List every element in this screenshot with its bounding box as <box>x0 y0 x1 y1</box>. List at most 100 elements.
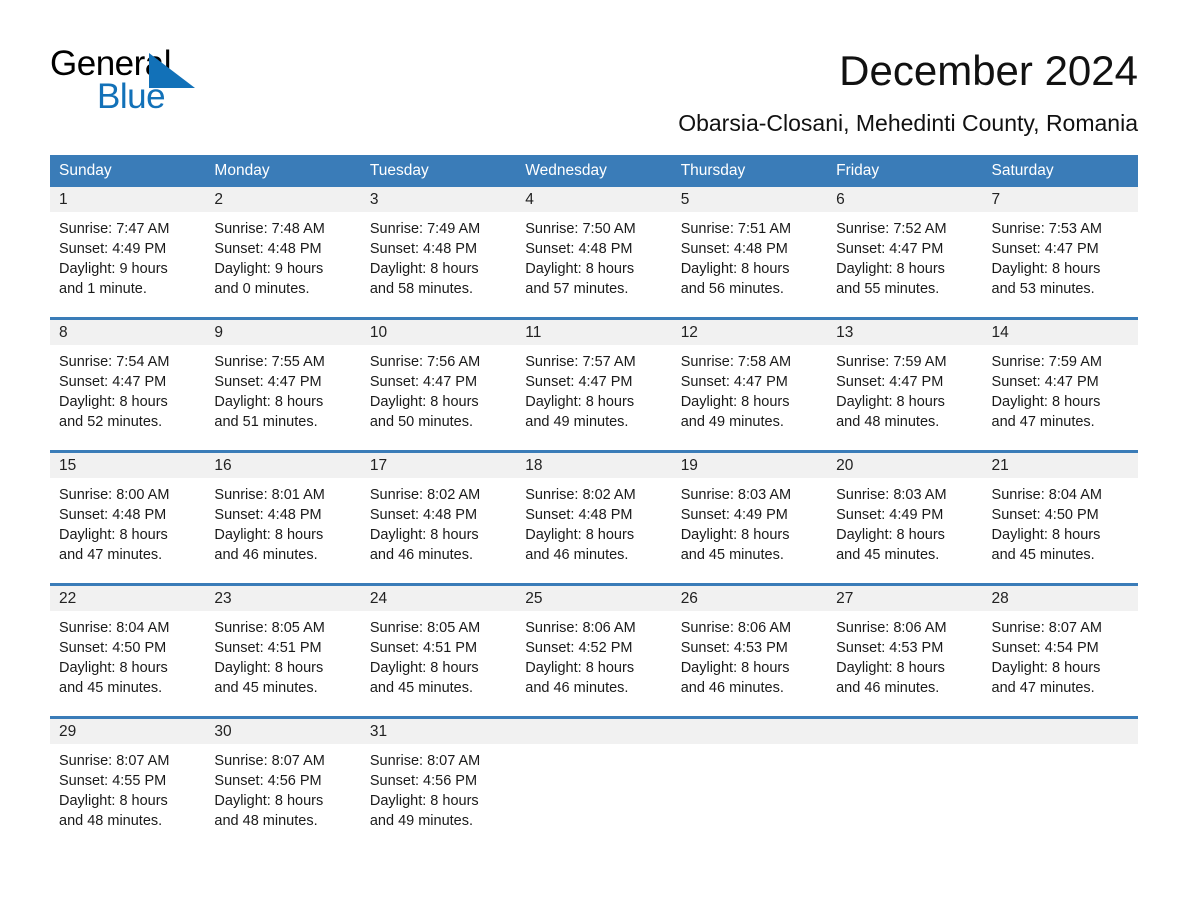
day-details: Sunrise: 8:07 AM Sunset: 4:54 PM Daylight:… <box>983 611 1138 705</box>
calendar-day-cell[interactable]: 7 Sunrise: 7:53 AM Sunset: 4:47 PM Daylight… <box>982 187 1138 306</box>
day-number: 3 <box>369 191 379 208</box>
daylight-text-line2: and 46 minutes. <box>525 547 629 563</box>
day-details: Sunrise: 8:02 AM Sunset: 4:48 PM Daylight:… <box>516 478 671 572</box>
day-details: Sunrise: 7:49 AM Sunset: 4:48 PM Daylight:… <box>361 212 516 306</box>
daylight-text-line2: and 53 minutes. <box>991 281 1095 297</box>
day-details: Sunrise: 8:00 AM Sunset: 4:48 PM Daylight:… <box>50 478 205 572</box>
sunset-text: Sunset: 4:47 PM <box>836 241 944 257</box>
calendar-day-cell[interactable]: 12 Sunrise: 7:58 AM Sunset: 4:47 PM Dayligh… <box>671 320 828 439</box>
day-number-band: 8 <box>50 320 206 345</box>
daylight-text-line2: and 58 minutes. <box>369 281 474 297</box>
daylight-text-line2: and 46 minutes. <box>836 680 940 696</box>
calendar-day-cell[interactable]: 31 Sunrise: 8:07 AM Sunset: 4:56 PM Dayligh… <box>360 719 517 838</box>
calendar-day-cell[interactable]: 4 Sunrise: 7:50 AM Sunset: 4:48 PM Daylight… <box>516 187 672 306</box>
sunset-text: Sunset: 4:47 PM <box>369 374 478 390</box>
calendar-day-cell[interactable]: 13 Sunrise: 7:59 AM Sunset: 4:47 PM Dayligh… <box>827 320 983 439</box>
sunrise-text: Sunrise: 8:06 AM <box>525 620 636 636</box>
sunset-text: Sunset: 4:53 PM <box>680 640 788 656</box>
sunset-text: Sunset: 4:47 PM <box>991 374 1099 390</box>
calendar-day-cell[interactable]: 26 Sunrise: 8:06 AM Sunset: 4:53 PM Dayligh… <box>671 586 828 705</box>
sunrise-text: Sunrise: 8:07 AM <box>991 620 1102 636</box>
sunrise-text: Sunrise: 8:06 AM <box>836 620 947 636</box>
daylight-text-line1: Daylight: 8 hours <box>680 527 790 543</box>
day-details: Sunrise: 7:57 AM Sunset: 4:47 PM Daylight:… <box>516 345 671 439</box>
day-number-band <box>516 719 672 744</box>
calendar-day-cell[interactable]: 6 Sunrise: 7:52 AM Sunset: 4:47 PM Daylight… <box>827 187 983 306</box>
calendar-day-cell-empty <box>671 719 828 838</box>
calendar-day-cell[interactable]: 1 Sunrise: 7:47 AM Sunset: 4:49 PM Daylight… <box>50 187 206 306</box>
sunset-text: Sunset: 4:48 PM <box>525 241 633 257</box>
weekday-header-row: Sunday Monday Tuesday Wednesday Thursday… <box>50 155 1138 187</box>
calendar-day-cell-empty <box>982 719 1138 838</box>
day-details: Sunrise: 8:06 AM Sunset: 4:53 PM Daylight:… <box>672 611 827 705</box>
sunrise-text: Sunrise: 8:07 AM <box>59 753 170 769</box>
sunrise-text: Sunrise: 8:04 AM <box>991 487 1102 503</box>
daylight-text-line1: Daylight: 8 hours <box>369 660 479 676</box>
day-number-band <box>827 719 983 744</box>
sunrise-text: Sunrise: 7:53 AM <box>991 221 1102 237</box>
day-details: Sunrise: 8:02 AM Sunset: 4:48 PM Daylight:… <box>361 478 516 572</box>
calendar-day-cell[interactable]: 18 Sunrise: 8:02 AM Sunset: 4:48 PM Dayligh… <box>516 453 672 572</box>
calendar-day-cell[interactable]: 19 Sunrise: 8:03 AM Sunset: 4:49 PM Dayligh… <box>671 453 828 572</box>
calendar-day-cell[interactable]: 23 Sunrise: 8:05 AM Sunset: 4:51 PM Dayligh… <box>205 586 361 705</box>
day-number-band: 27 <box>827 586 983 611</box>
calendar-day-cell[interactable]: 25 Sunrise: 8:06 AM Sunset: 4:52 PM Dayligh… <box>516 586 672 705</box>
daylight-text-line2: and 47 minutes. <box>59 547 163 563</box>
day-details: Sunrise: 7:52 AM Sunset: 4:47 PM Daylight:… <box>827 212 982 306</box>
calendar-day-cell[interactable]: 24 Sunrise: 8:05 AM Sunset: 4:51 PM Dayligh… <box>360 586 517 705</box>
day-number-band: 13 <box>827 320 983 345</box>
daylight-text-line1: Daylight: 8 hours <box>680 660 790 676</box>
calendar-day-cell[interactable]: 9 Sunrise: 7:55 AM Sunset: 4:47 PM Daylight… <box>205 320 361 439</box>
calendar-day-cell[interactable]: 21 Sunrise: 8:04 AM Sunset: 4:50 PM Dayligh… <box>982 453 1138 572</box>
daylight-text-line1: Daylight: 9 hours <box>214 261 324 277</box>
calendar-day-cell[interactable]: 2 Sunrise: 7:48 AM Sunset: 4:48 PM Daylight… <box>205 187 361 306</box>
daylight-text-line1: Daylight: 8 hours <box>525 394 635 410</box>
day-details: Sunrise: 7:58 AM Sunset: 4:47 PM Daylight:… <box>672 345 827 439</box>
calendar-day-cell[interactable]: 17 Sunrise: 8:02 AM Sunset: 4:48 PM Dayligh… <box>360 453 517 572</box>
daylight-text-line2: and 0 minutes. <box>214 281 310 297</box>
calendar-day-cell[interactable]: 30 Sunrise: 8:07 AM Sunset: 4:56 PM Dayligh… <box>205 719 361 838</box>
day-number: 29 <box>59 723 77 740</box>
day-number: 18 <box>525 457 543 474</box>
calendar-day-cell[interactable]: 28 Sunrise: 8:07 AM Sunset: 4:54 PM Dayligh… <box>982 586 1138 705</box>
sunset-text: Sunset: 4:53 PM <box>836 640 944 656</box>
calendar-day-cell[interactable]: 3 Sunrise: 7:49 AM Sunset: 4:48 PM Daylight… <box>360 187 517 306</box>
calendar-day-cell[interactable]: 16 Sunrise: 8:01 AM Sunset: 4:48 PM Dayligh… <box>205 453 361 572</box>
day-number: 12 <box>680 324 698 341</box>
day-number: 5 <box>680 191 690 208</box>
sunrise-text: Sunrise: 8:02 AM <box>369 487 481 503</box>
calendar-day-cell[interactable]: 11 Sunrise: 7:57 AM Sunset: 4:47 PM Dayligh… <box>516 320 672 439</box>
daylight-text-line2: and 47 minutes. <box>991 414 1095 430</box>
calendar-day-cell[interactable]: 22 Sunrise: 8:04 AM Sunset: 4:50 PM Dayligh… <box>50 586 206 705</box>
day-number-band: 5 <box>671 187 828 212</box>
day-details: Sunrise: 8:03 AM Sunset: 4:49 PM Daylight:… <box>827 478 982 572</box>
calendar-day-cell[interactable]: 27 Sunrise: 8:06 AM Sunset: 4:53 PM Dayligh… <box>827 586 983 705</box>
day-details: Sunrise: 8:06 AM Sunset: 4:53 PM Daylight:… <box>827 611 982 705</box>
day-details: Sunrise: 8:04 AM Sunset: 4:50 PM Daylight:… <box>50 611 205 705</box>
sunset-text: Sunset: 4:47 PM <box>525 374 633 390</box>
calendar-day-cell[interactable]: 29 Sunrise: 8:07 AM Sunset: 4:55 PM Dayligh… <box>50 719 206 838</box>
sunset-text: Sunset: 4:47 PM <box>680 374 788 390</box>
daylight-text-line2: and 51 minutes. <box>214 414 318 430</box>
day-number-band: 4 <box>516 187 672 212</box>
calendar-day-cell[interactable]: 15 Sunrise: 8:00 AM Sunset: 4:48 PM Dayligh… <box>50 453 206 572</box>
calendar-day-cell[interactable]: 8 Sunrise: 7:54 AM Sunset: 4:47 PM Daylight… <box>50 320 206 439</box>
calendar-day-cell[interactable]: 5 Sunrise: 7:51 AM Sunset: 4:48 PM Daylight… <box>671 187 828 306</box>
day-number-band: 19 <box>671 453 828 478</box>
calendar-day-cell[interactable]: 20 Sunrise: 8:03 AM Sunset: 4:49 PM Dayligh… <box>827 453 983 572</box>
calendar-day-cell[interactable]: 10 Sunrise: 7:56 AM Sunset: 4:47 PM Dayligh… <box>360 320 517 439</box>
daylight-text-line1: Daylight: 8 hours <box>991 527 1101 543</box>
daylight-text-line2: and 48 minutes. <box>214 813 318 829</box>
daylight-text-line1: Daylight: 8 hours <box>59 660 168 676</box>
daylight-text-line2: and 46 minutes. <box>525 680 629 696</box>
calendar-day-cell[interactable]: 14 Sunrise: 7:59 AM Sunset: 4:47 PM Dayligh… <box>982 320 1138 439</box>
day-details: Sunrise: 7:48 AM Sunset: 4:48 PM Daylight:… <box>205 212 360 306</box>
sunrise-text: Sunrise: 7:52 AM <box>836 221 947 237</box>
daylight-text-line2: and 45 minutes. <box>214 680 318 696</box>
page-subtitle: Obarsia-Closani, Mehedinti County, Roman… <box>678 110 1138 136</box>
logo-text-blue: Blue <box>97 77 166 116</box>
day-details: Sunrise: 7:54 AM Sunset: 4:47 PM Daylight:… <box>50 345 205 439</box>
daylight-text-line2: and 49 minutes. <box>525 414 629 430</box>
day-number-band: 29 <box>50 719 206 744</box>
day-number: 7 <box>991 191 1001 208</box>
